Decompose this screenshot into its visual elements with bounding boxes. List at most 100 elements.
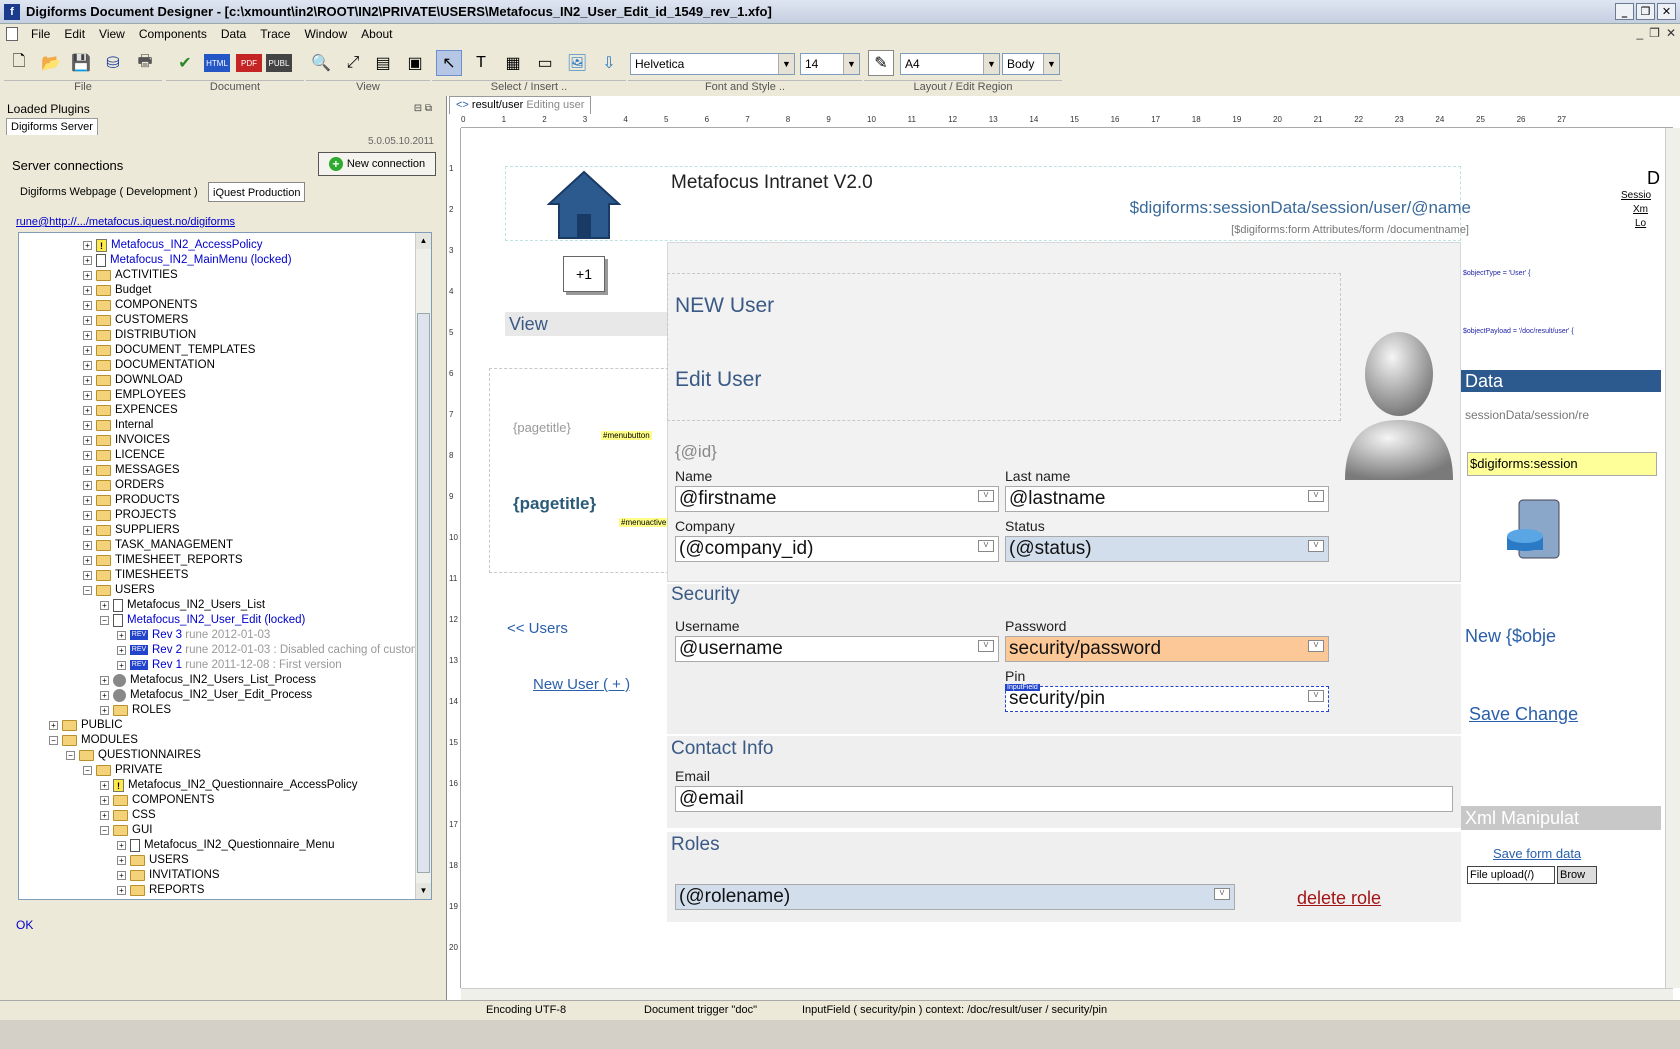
firstname-input[interactable]: @firstname V	[675, 486, 999, 512]
collapse-icon[interactable]: −	[100, 615, 109, 625]
tree-item[interactable]: + EXPENCES	[83, 402, 178, 418]
expand-icon[interactable]: +	[117, 660, 126, 670]
tree-item[interactable]: + TIMESHEET_REPORTS	[83, 552, 243, 568]
canvas-vscrollbar[interactable]	[1665, 128, 1680, 988]
session-data-box[interactable]: $digiforms:session	[1467, 452, 1657, 476]
minimize-icon[interactable]: _	[1615, 3, 1634, 20]
tree-item[interactable]: + DISTRIBUTION	[83, 327, 196, 343]
pagetitle-big[interactable]: {pagetitle}	[513, 494, 596, 514]
source-view-icon[interactable]: ▣	[402, 50, 428, 76]
zoom-icon[interactable]: 🔍	[308, 50, 334, 76]
session-user-name[interactable]: $digiforms:sessionData/session/user/@nam…	[1130, 198, 1471, 218]
save-all-icon[interactable]: ⛁	[100, 50, 126, 76]
tree-item[interactable]: + DOWNLOAD	[83, 372, 183, 388]
add-page-icon[interactable]: +1	[563, 256, 605, 292]
tree-item[interactable]: + USERS	[117, 852, 189, 868]
tree-scrollbar[interactable]: ▲ ▼	[415, 233, 431, 899]
pagetitle-small[interactable]: {pagetitle}	[513, 420, 571, 435]
tree-item[interactable]: + INVOICES	[83, 432, 170, 448]
expand-icon[interactable]: +	[100, 690, 109, 700]
tree-item[interactable]: + INVITATIONS	[117, 867, 220, 883]
expand-icon[interactable]: +	[83, 285, 92, 295]
tree-item[interactable]: + Internal	[83, 417, 153, 433]
tree-item[interactable]: − MODULES	[49, 732, 138, 748]
tree-item[interactable]: + DOCUMENT_TEMPLATES	[83, 342, 255, 358]
close-icon[interactable]: ✕	[1657, 3, 1676, 20]
value-icon[interactable]: V	[1214, 888, 1230, 900]
expand-icon[interactable]: +	[49, 720, 58, 730]
tree-item[interactable]: + PRODUCTS	[83, 492, 180, 508]
expand-icon[interactable]: +	[83, 540, 92, 550]
users-back-link[interactable]: << Users	[507, 620, 568, 637]
mdi-minimize-icon[interactable]: _	[1636, 26, 1643, 40]
tree-item[interactable]: + DOCUMENTATION	[83, 357, 215, 373]
tab-server-development[interactable]: Digiforms Webpage ( Development )	[16, 182, 202, 202]
html-export-icon[interactable]: HTML	[204, 54, 230, 72]
tree-item[interactable]: − QUESTIONNAIRES	[66, 747, 201, 763]
xml-manipulation-header[interactable]: Xml Manipulat	[1461, 806, 1661, 830]
expand-icon[interactable]: +	[83, 270, 92, 280]
tree-item[interactable]: − Metafocus_IN2_User_Edit (locked)	[100, 612, 305, 628]
expand-icon[interactable]: +	[100, 600, 109, 610]
value-icon[interactable]: V	[1308, 490, 1324, 502]
new-document-icon[interactable]: 🗋	[6, 50, 32, 76]
expand-icon[interactable]: +	[83, 450, 92, 460]
tree-item[interactable]: + REPORTS	[117, 882, 204, 898]
menu-file[interactable]: File	[24, 27, 57, 41]
tree-item[interactable]: − USERS	[83, 582, 155, 598]
header-title[interactable]: Metafocus Intranet V2.0	[671, 172, 873, 194]
tree-item[interactable]: + REV Rev 1 rune 2011-12-08 : First versio…	[117, 657, 342, 673]
roles-heading[interactable]: Roles	[671, 834, 720, 856]
server-url-link[interactable]: rune@http://.../metafocus.iquest.no/digi…	[16, 216, 246, 228]
save-form-data-link[interactable]: Save form data	[1493, 846, 1581, 861]
lastname-input[interactable]: @lastname V	[1005, 486, 1329, 512]
expand-icon[interactable]: +	[83, 570, 92, 580]
tree-item[interactable]: + COMPONENTS	[83, 297, 197, 313]
save-icon[interactable]: 💾	[68, 50, 94, 76]
tree-item[interactable]: + MESSAGES	[83, 462, 180, 478]
zoom-fit-icon[interactable]: ⤢	[340, 50, 366, 76]
expand-icon[interactable]: +	[117, 840, 126, 850]
publish-icon[interactable]: PUBL	[266, 54, 292, 72]
expand-icon[interactable]: +	[83, 465, 92, 475]
expand-icon[interactable]: +	[83, 255, 92, 265]
document-tab[interactable]: <> result/user Editing user	[449, 96, 592, 114]
expand-icon[interactable]: +	[100, 810, 109, 820]
tree-item[interactable]: + EMPLOYEES	[83, 387, 186, 403]
collapse-icon[interactable]: −	[83, 765, 92, 775]
value-icon[interactable]: V	[978, 540, 994, 552]
value-icon[interactable]: V	[1308, 690, 1324, 702]
tree-item[interactable]: + CUSTOMERS	[83, 312, 188, 328]
expand-icon[interactable]: +	[83, 240, 92, 250]
browse-button[interactable]: Brow	[1557, 866, 1597, 884]
value-icon[interactable]: V	[978, 490, 994, 502]
value-icon[interactable]: V	[1308, 540, 1324, 552]
tab-digiforms-server[interactable]: Digiforms Server	[6, 118, 98, 135]
menu-choose-box[interactable]	[489, 368, 679, 573]
tree-item[interactable]: + TIMESHEETS	[83, 567, 188, 583]
expand-icon[interactable]: +	[83, 360, 92, 370]
font-size-select[interactable]: 14 ▼	[800, 53, 860, 75]
expand-icon[interactable]: +	[100, 705, 109, 715]
new-connection-button[interactable]: + New connection	[318, 152, 436, 176]
page-size-select[interactable]: A4 ▼	[900, 53, 1000, 75]
value-icon[interactable]: V	[978, 640, 994, 652]
insert-field-icon[interactable]: ⇩	[596, 50, 622, 76]
insert-table-icon[interactable]: ▦	[500, 50, 526, 76]
contact-heading[interactable]: Contact Info	[671, 738, 773, 760]
password-input[interactable]: security/password V	[1005, 636, 1329, 662]
tree-item[interactable]: +! Metafocus_IN2_Questionnaire_AccessPoli…	[100, 777, 357, 793]
region-select[interactable]: Body ▼	[1002, 53, 1060, 75]
delete-role-link[interactable]: delete role	[1297, 888, 1381, 909]
font-family-select[interactable]: Helvetica ▼	[630, 53, 795, 75]
menu-about[interactable]: About	[354, 27, 399, 41]
tree-item[interactable]: + COMPONENTS	[100, 792, 214, 808]
expand-icon[interactable]: +	[83, 405, 92, 415]
status-select[interactable]: (@status) V	[1005, 536, 1329, 562]
panel-dock-icons[interactable]: ⊟ ⧉	[414, 103, 432, 114]
menu-view[interactable]: View	[92, 27, 132, 41]
xml-link[interactable]: Xm	[1633, 204, 1648, 215]
menu-edit[interactable]: Edit	[57, 27, 92, 41]
expand-icon[interactable]: +	[117, 885, 126, 895]
email-input[interactable]: @email	[675, 786, 1453, 812]
